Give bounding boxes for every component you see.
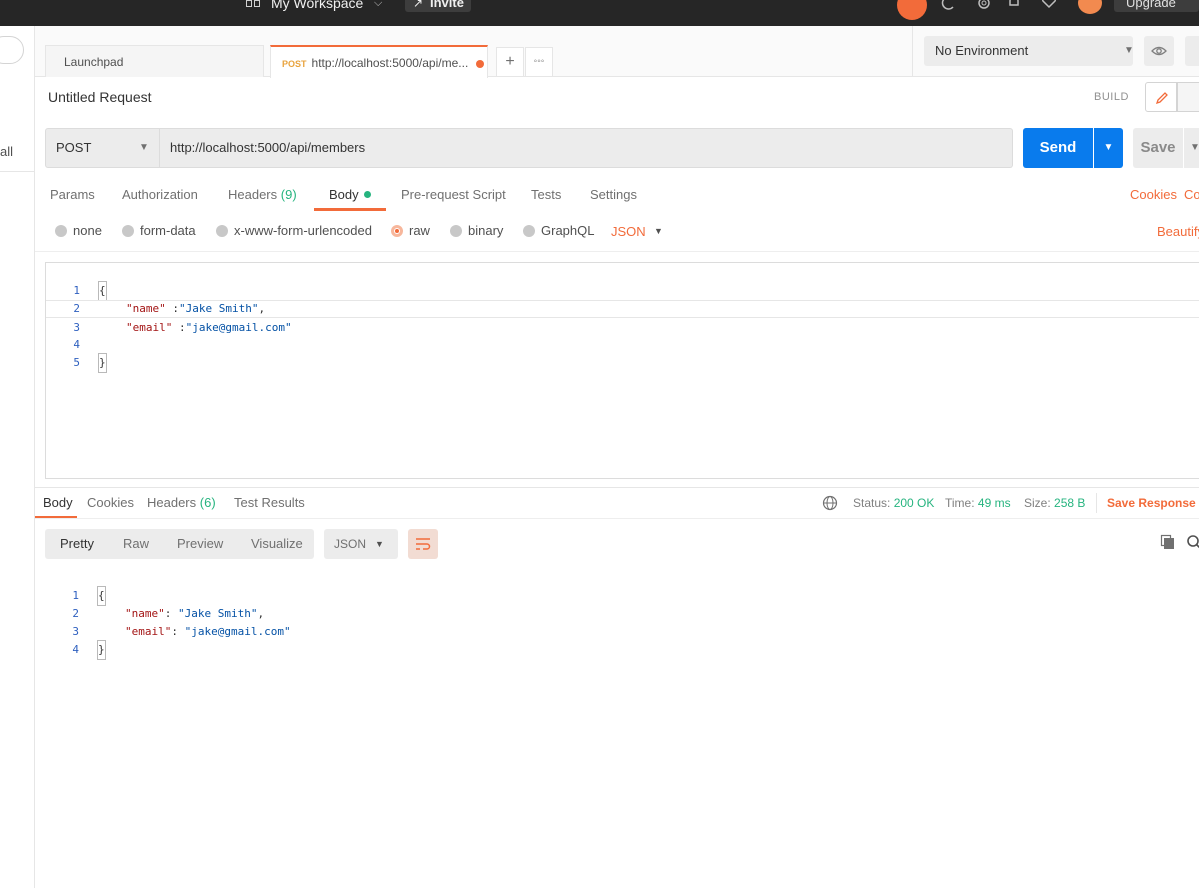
invite-button[interactable]: ↗ Invite — [405, 0, 471, 12]
unsaved-dot — [476, 60, 484, 68]
wrap-lines-button[interactable] — [408, 529, 438, 559]
sidebar-search-pill[interactable] — [0, 36, 24, 64]
environment-settings-button[interactable] — [1185, 36, 1199, 66]
divider — [35, 251, 1199, 252]
response-format-select[interactable]: JSON ▼ — [324, 529, 398, 559]
mode-label: BUILD — [1094, 91, 1129, 103]
workspace-name[interactable]: My Workspace — [271, 0, 363, 12]
response-tab-test-results[interactable]: Test Results — [234, 495, 305, 511]
cookies-link[interactable]: Cookies — [1130, 187, 1177, 202]
code-line: 4} — [35, 623, 1195, 660]
grid-icon — [246, 0, 260, 8]
code-line: 2 "name" :"Jake Smith", — [73, 302, 266, 315]
response-tab-cookies[interactable]: Cookies — [87, 495, 134, 511]
tab-launchpad[interactable]: Launchpad — [45, 45, 264, 77]
caret-down-icon: ▼ — [1124, 45, 1134, 56]
save-response-button[interactable]: Save Response — [1107, 496, 1196, 510]
body-format-select[interactable]: JSON — [611, 224, 646, 239]
caret-down-icon[interactable]: ▼ — [654, 226, 663, 236]
body-modified-dot — [363, 191, 371, 198]
heart-icon[interactable] — [1041, 0, 1057, 11]
bell-icon[interactable] — [1006, 0, 1022, 11]
divider — [35, 487, 1199, 488]
save-button[interactable]: Save — [1133, 128, 1183, 168]
wrap-icon — [416, 538, 431, 550]
add-user-icon: ↗ — [413, 0, 424, 10]
response-view-toggle: Pretty Raw Preview Visualize — [45, 529, 314, 559]
view-visualize[interactable]: Visualize — [251, 529, 303, 559]
view-raw[interactable]: Raw — [123, 529, 149, 559]
tab-tests[interactable]: Tests — [531, 187, 561, 203]
sync-icon[interactable] — [897, 0, 927, 20]
request-body-editor[interactable]: 1{ 2 "name" :"Jake Smith", 3 "email" :"jak… — [45, 262, 1199, 479]
response-tab-headers[interactable]: Headers (6) — [147, 495, 216, 511]
avatar[interactable] — [1078, 0, 1102, 14]
response-tab-body[interactable]: Body — [43, 495, 73, 511]
chevron-down-icon[interactable]: ⌵ — [374, 0, 382, 12]
environment-select[interactable]: No Environment ▼ — [924, 36, 1134, 66]
edit-button[interactable] — [1145, 82, 1177, 112]
satellite-icon[interactable] — [941, 0, 957, 11]
tab-authorization[interactable]: Authorization — [122, 187, 198, 203]
code-line: 5} — [46, 336, 1199, 373]
pencil-icon — [1155, 92, 1168, 105]
code-line-active: 3 "email" :"jake@gmail.com" — [46, 300, 1199, 334]
divider — [1096, 493, 1097, 513]
sidebar-label[interactable]: all — [0, 144, 13, 159]
code-line: 2 "name": "Jake Smith", — [72, 607, 265, 620]
code-line: 4 — [73, 338, 80, 351]
active-tab-indicator — [314, 208, 386, 211]
upgrade-button[interactable]: Upgrade — [1114, 0, 1199, 12]
globe-icon[interactable] — [822, 495, 838, 514]
more-tabs-icon[interactable]: ◦◦◦ — [525, 47, 553, 77]
add-tab-button[interactable]: + — [496, 47, 524, 77]
caret-down-icon: ▼ — [139, 142, 149, 153]
tab-post-request[interactable]: POST http://localhost:5000/api/me... — [270, 45, 488, 78]
copy-icon[interactable] — [1160, 534, 1176, 553]
caret-down-icon: ▼ — [375, 539, 384, 549]
send-options-button[interactable]: ▼ — [1094, 128, 1123, 168]
environment-quick-look-button[interactable] — [1144, 36, 1174, 66]
divider — [0, 171, 34, 172]
settings-icon[interactable] — [976, 0, 992, 11]
save-options-button[interactable]: ▼ — [1184, 128, 1199, 168]
tab-method-badge: POST — [282, 59, 307, 69]
comments-button[interactable] — [1177, 82, 1199, 112]
code-link[interactable]: Co — [1184, 187, 1199, 202]
request-tabs-bar: Launchpad POST http://localhost:5000/api/… — [35, 26, 912, 78]
view-preview[interactable]: Preview — [177, 529, 223, 559]
tab-label: http://localhost:5000/api/me... — [311, 56, 469, 70]
url-input[interactable]: http://localhost:5000/api/members — [160, 128, 1013, 168]
tab-body[interactable]: Body — [329, 187, 371, 203]
response-size[interactable]: Size: 258 B — [1024, 496, 1085, 510]
method-select[interactable]: POST ▼ — [45, 128, 160, 168]
beautify-link[interactable]: Beautify — [1157, 224, 1199, 239]
sidebar: all — [0, 26, 35, 888]
tab-params[interactable]: Params — [50, 187, 95, 203]
tab-settings[interactable]: Settings — [590, 187, 637, 203]
divider — [35, 518, 1199, 519]
environment-bar: No Environment ▼ — [912, 26, 1199, 77]
code-line: 1{ — [46, 264, 1199, 301]
tab-headers[interactable]: Headers (9) — [228, 187, 297, 203]
view-pretty[interactable]: Pretty — [60, 529, 94, 559]
request-title[interactable]: Untitled Request — [48, 89, 152, 105]
response-time[interactable]: Time: 49 ms — [945, 496, 1011, 510]
code-line: 3 "email": "jake@gmail.com" — [72, 625, 291, 638]
top-bar: My Workspace ⌵ ↗ Invite Upgrade — [0, 0, 1199, 26]
tab-pre-request-script[interactable]: Pre-request Script — [401, 187, 506, 203]
send-button[interactable]: Send — [1023, 128, 1093, 168]
response-status[interactable]: Status: 200 OK — [853, 496, 934, 510]
code-line: 1{ — [35, 569, 1195, 606]
search-icon[interactable] — [1186, 534, 1199, 553]
response-body-viewer[interactable]: 1{ 2 "name": "Jake Smith", 3 "email": "jak… — [35, 569, 1199, 660]
eye-icon — [1151, 46, 1167, 56]
